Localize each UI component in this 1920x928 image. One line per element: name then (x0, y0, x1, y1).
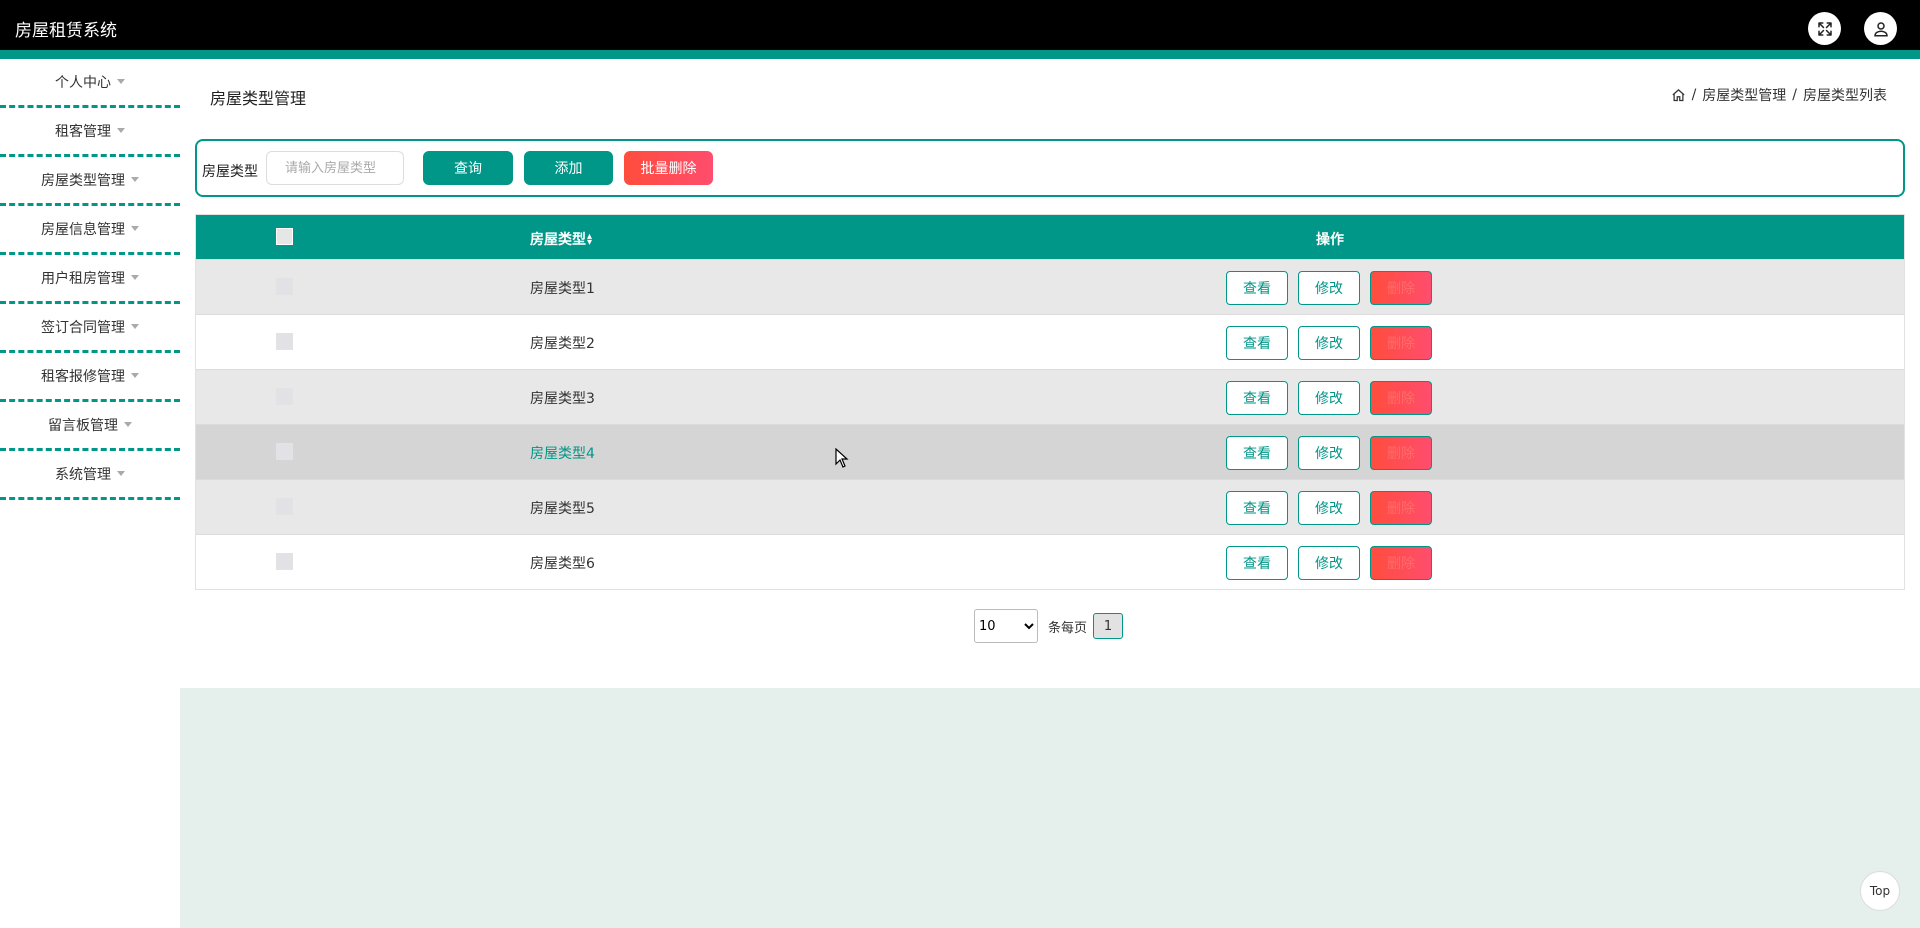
breadcrumb-level2: 房屋类型列表 (1803, 88, 1887, 104)
row-checkbox[interactable] (276, 498, 293, 515)
row-checkbox[interactable] (276, 443, 293, 460)
sidebar-item-label: 签订合同管理 (41, 320, 125, 336)
table-row: 房屋类型5 查看 修改 删除 (196, 479, 1904, 534)
chevron-down-icon (131, 225, 139, 231)
column-header-label: 房屋类型 (530, 232, 586, 248)
sidebar-item-label: 房屋类型管理 (41, 173, 125, 189)
view-button[interactable]: 查看 (1226, 326, 1288, 360)
top-bar: 房屋租赁系统 (0, 0, 1920, 50)
sidebar-item-system[interactable]: 系统管理 (0, 451, 180, 500)
sidebar-item-label: 系统管理 (55, 467, 111, 483)
chevron-down-icon (131, 274, 139, 280)
sidebar-item-tenant[interactable]: 租客管理 (0, 108, 180, 157)
back-to-top-button[interactable]: Top (1860, 871, 1900, 911)
search-form: 房屋类型 查询 添加 批量删除 (195, 139, 1905, 197)
table-row: 房屋类型4 查看 修改 删除 (196, 424, 1904, 479)
cell-house-type: 房屋类型4 (530, 446, 595, 462)
edit-button[interactable]: 修改 (1298, 326, 1360, 360)
sidebar-item-contract[interactable]: 签订合同管理 (0, 304, 180, 353)
add-button[interactable]: 添加 (524, 151, 613, 185)
edit-button[interactable]: 修改 (1298, 491, 1360, 525)
page-title: 房屋类型管理 (210, 89, 307, 108)
sidebar-item-message-board[interactable]: 留言板管理 (0, 402, 180, 451)
row-checkbox[interactable] (276, 553, 293, 570)
sidebar-item-label: 用户租房管理 (41, 271, 125, 287)
table-header: 房屋类型▴ ▾ 操作 (196, 215, 1904, 259)
accent-bar (0, 50, 1920, 59)
delete-button[interactable]: 删除 (1370, 436, 1432, 470)
cell-house-type: 房屋类型3 (530, 391, 595, 407)
view-button[interactable]: 查看 (1226, 381, 1288, 415)
chevron-down-icon (131, 372, 139, 378)
breadcrumb-separator: / (1691, 87, 1697, 103)
view-button[interactable]: 查看 (1226, 436, 1288, 470)
app-title: 房屋租赁系统 (15, 21, 117, 41)
sort-icon[interactable]: ▴ ▾ (587, 232, 592, 248)
house-type-table: 房屋类型▴ ▾ 操作 房屋类型1 查看 修改 删除 房屋类型2 查看 修改 删除 … (195, 214, 1905, 590)
view-button[interactable]: 查看 (1226, 546, 1288, 580)
table-row: 房屋类型3 查看 修改 删除 (196, 369, 1904, 424)
pagination: 10 条每页 1 (974, 609, 1124, 643)
chevron-down-icon (131, 176, 139, 182)
view-button[interactable]: 查看 (1226, 491, 1288, 525)
breadcrumb-level1[interactable]: 房屋类型管理 (1702, 85, 1786, 105)
sidebar-item-label: 房屋信息管理 (41, 222, 125, 238)
mouse-cursor-icon (835, 448, 849, 468)
edit-button[interactable]: 修改 (1298, 436, 1360, 470)
chevron-down-icon (117, 470, 125, 476)
breadcrumb-separator: / (1792, 87, 1797, 103)
table-row: 房屋类型2 查看 修改 删除 (196, 314, 1904, 369)
search-input[interactable] (266, 151, 404, 185)
row-checkbox[interactable] (276, 278, 293, 295)
main-content: 房屋类型管理 / 房屋类型管理 / 房屋类型列表 房屋类型 查询 添加 批量删除… (180, 59, 1920, 928)
sidebar-item-label: 留言板管理 (48, 418, 118, 434)
user-icon[interactable] (1864, 12, 1897, 45)
cell-house-type: 房屋类型5 (530, 501, 595, 517)
column-header-house-type[interactable]: 房屋类型▴ ▾ (530, 229, 592, 249)
sidebar-item-house-info[interactable]: 房屋信息管理 (0, 206, 180, 255)
sidebar-item-personal-center[interactable]: 个人中心 (0, 59, 180, 108)
page-header: 房屋类型管理 / 房屋类型管理 / 房屋类型列表 (180, 59, 1920, 129)
query-button[interactable]: 查询 (423, 151, 513, 185)
expand-icon[interactable] (1808, 12, 1841, 45)
home-icon[interactable] (1671, 88, 1686, 103)
sidebar-item-label: 租客管理 (55, 124, 111, 140)
row-checkbox[interactable] (276, 333, 293, 350)
batch-delete-button[interactable]: 批量删除 (624, 151, 713, 185)
edit-button[interactable]: 修改 (1298, 271, 1360, 305)
breadcrumb: / 房屋类型管理 / 房屋类型列表 (1671, 85, 1887, 105)
sidebar-item-label: 租客报修管理 (41, 369, 125, 385)
view-button[interactable]: 查看 (1226, 271, 1288, 305)
cell-house-type: 房屋类型2 (530, 336, 595, 352)
delete-button[interactable]: 删除 (1370, 271, 1432, 305)
cell-house-type: 房屋类型6 (530, 556, 595, 572)
table-row: 房屋类型6 查看 修改 删除 (196, 534, 1904, 589)
chevron-down-icon (131, 323, 139, 329)
search-label: 房屋类型 (202, 164, 258, 180)
sidebar-item-repair[interactable]: 租客报修管理 (0, 353, 180, 402)
chevron-down-icon (117, 78, 125, 84)
sidebar-item-label: 个人中心 (55, 75, 111, 91)
column-header-actions: 操作 (1316, 232, 1344, 248)
per-page-label: 条每页 (1048, 620, 1088, 636)
edit-button[interactable]: 修改 (1298, 381, 1360, 415)
page-size-select[interactable]: 10 (974, 609, 1038, 643)
table-row: 房屋类型1 查看 修改 删除 (196, 259, 1904, 314)
delete-button[interactable]: 删除 (1370, 381, 1432, 415)
row-checkbox[interactable] (276, 388, 293, 405)
select-all-checkbox[interactable] (276, 228, 293, 245)
cell-house-type: 房屋类型1 (530, 281, 595, 297)
delete-button[interactable]: 删除 (1370, 546, 1432, 580)
sidebar-item-user-rental[interactable]: 用户租房管理 (0, 255, 180, 304)
delete-button[interactable]: 删除 (1370, 326, 1432, 360)
page-number-button[interactable]: 1 (1093, 613, 1124, 639)
bottom-panel (180, 688, 1920, 928)
chevron-down-icon (124, 421, 132, 427)
chevron-down-icon (117, 127, 125, 133)
edit-button[interactable]: 修改 (1298, 546, 1360, 580)
delete-button[interactable]: 删除 (1370, 491, 1432, 525)
sidebar: 个人中心 租客管理 房屋类型管理 房屋信息管理 用户租房管理 签订合同管理 租客… (0, 59, 180, 500)
sidebar-item-house-type[interactable]: 房屋类型管理 (0, 157, 180, 206)
